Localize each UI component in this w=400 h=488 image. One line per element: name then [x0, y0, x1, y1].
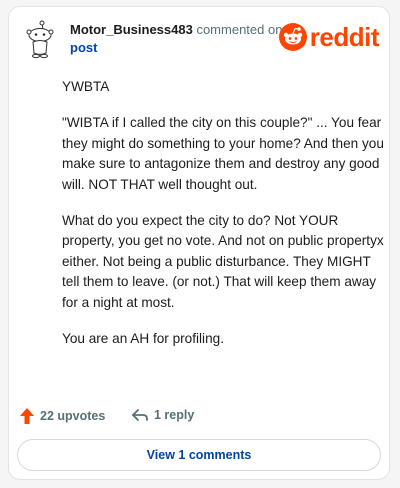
- comment-paragraph: "WIBTA if I called the city on this coup…: [62, 115, 384, 192]
- comment-header: Motor_Business483 commented on post redd…: [25, 17, 380, 61]
- comment-meta: Motor_Business483 commented on post: [70, 21, 282, 57]
- upvote-count: 22 upvotes: [40, 409, 106, 423]
- reddit-logo[interactable]: reddit: [278, 21, 380, 52]
- reddit-logo-icon: [278, 23, 307, 51]
- view-comments-button[interactable]: View 1 comments: [17, 439, 381, 471]
- upvote-button[interactable]: 22 upvotes: [19, 407, 105, 425]
- action-text: commented on: [196, 22, 283, 37]
- reply-button[interactable]: 1 reply: [131, 407, 194, 423]
- comment-paragraph: YWBTA: [62, 79, 110, 94]
- reddit-wordmark: reddit: [309, 21, 380, 52]
- comment-body: YWBTA "WIBTA if I called the city on thi…: [62, 77, 387, 365]
- post-link[interactable]: post: [70, 39, 282, 57]
- username-link[interactable]: Motor_Business483: [70, 22, 193, 37]
- comment-paragraph: You are an AH for profiling.: [62, 330, 224, 346]
- snoo-avatar-icon[interactable]: [25, 19, 55, 59]
- comment-card: Motor_Business483 commented on post redd…: [8, 6, 390, 480]
- comment-footer: 22 upvotes 1 reply: [19, 407, 379, 429]
- upvote-arrow-icon: [20, 408, 34, 424]
- reply-arrow-icon: [132, 409, 148, 421]
- reply-count: 1 reply: [154, 408, 195, 422]
- comment-paragraph: What do you expect the city to do? Not Y…: [62, 212, 384, 310]
